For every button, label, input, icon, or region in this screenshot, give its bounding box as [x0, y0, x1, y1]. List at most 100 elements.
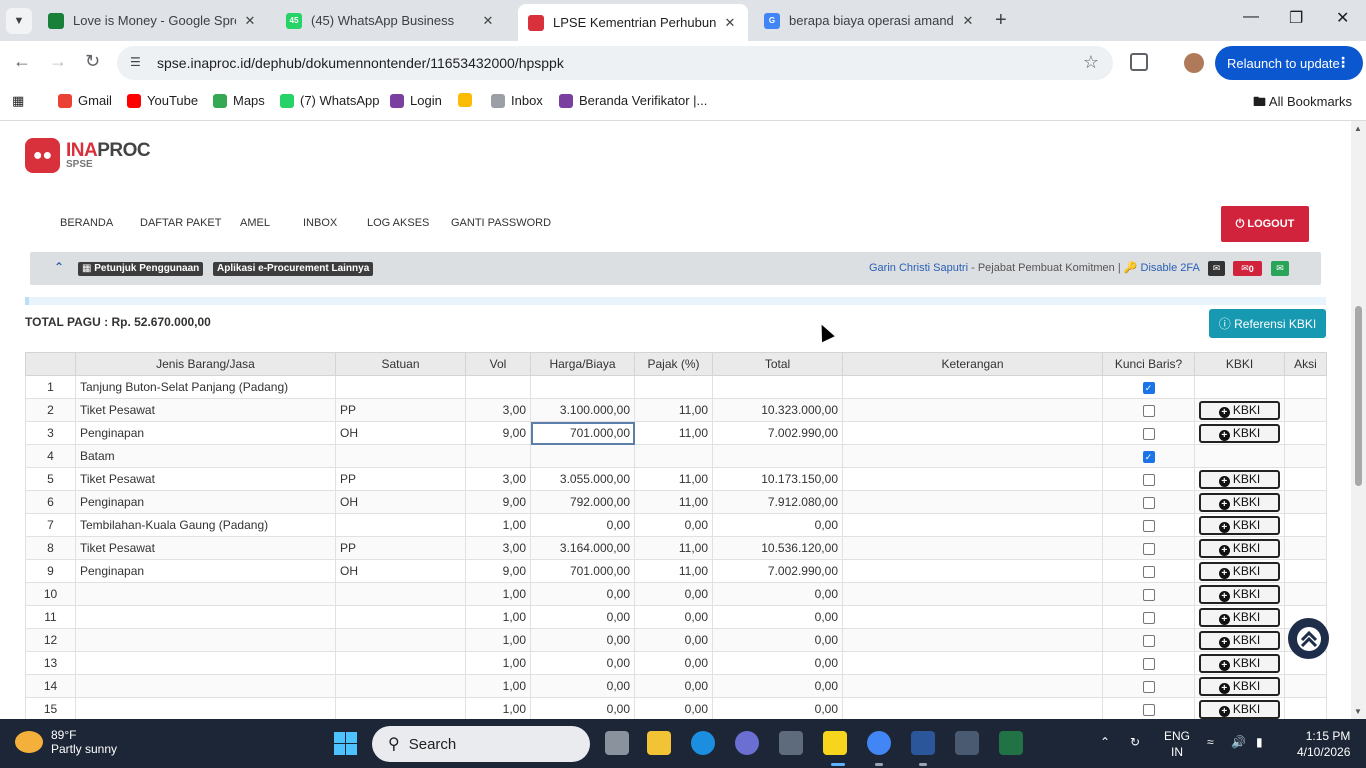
- site-info-icon[interactable]: ☰: [130, 55, 141, 69]
- cell-pajak[interactable]: 0,00: [634, 605, 713, 629]
- excel-icon[interactable]: [999, 731, 1023, 755]
- cell-total[interactable]: 0,00: [712, 697, 843, 719]
- minimize-icon[interactable]: —: [1243, 8, 1259, 26]
- cell-vol[interactable]: [465, 375, 531, 399]
- system-clock[interactable]: 1:15 PM 4/10/2026: [1297, 728, 1350, 760]
- cell-jenis[interactable]: [75, 674, 336, 698]
- cell-satuan[interactable]: [335, 628, 466, 652]
- kbki-button[interactable]: + KBKI: [1199, 653, 1280, 673]
- kbki-button[interactable]: + KBKI: [1199, 538, 1280, 558]
- language-indicator[interactable]: ENG IN: [1164, 728, 1190, 760]
- cell-pajak[interactable]: [634, 444, 713, 468]
- tab-close-icon[interactable]: ✕: [722, 15, 738, 31]
- cell-total[interactable]: [712, 444, 843, 468]
- wifi-icon[interactable]: ≈: [1207, 735, 1214, 749]
- lock-row-checkbox[interactable]: [1142, 565, 1155, 578]
- lock-row-checkbox[interactable]: ✓: [1142, 450, 1155, 463]
- envelope-icon[interactable]: ✉: [1208, 261, 1225, 276]
- cell-ket[interactable]: [842, 398, 1103, 422]
- cell-pajak[interactable]: 11,00: [634, 490, 713, 514]
- cell-total[interactable]: 7.002.990,00: [712, 421, 843, 445]
- bookmark-item[interactable]: Maps: [213, 93, 265, 108]
- cell-total[interactable]: 7.912.080,00: [712, 490, 843, 514]
- cell-ket[interactable]: [842, 628, 1103, 652]
- lock-row-checkbox[interactable]: [1142, 611, 1155, 624]
- disable-2fa-link[interactable]: 🔑 Disable 2FA: [1124, 262, 1200, 274]
- cell-vol[interactable]: 1,00: [465, 674, 531, 698]
- cell-pajak[interactable]: 11,00: [634, 536, 713, 560]
- chrome-icon[interactable]: [867, 731, 891, 755]
- browser-tab[interactable]: 45 (45) WhatsApp Business ✕: [276, 4, 506, 37]
- bookmark-item[interactable]: Login: [390, 93, 442, 108]
- sticky-notes-icon[interactable]: [823, 731, 847, 755]
- cell-pajak[interactable]: 11,00: [634, 559, 713, 583]
- cell-ket[interactable]: [842, 444, 1103, 468]
- cell-harga[interactable]: 0,00: [530, 651, 635, 675]
- cell-pajak[interactable]: 0,00: [634, 513, 713, 537]
- cell-pajak[interactable]: 0,00: [634, 674, 713, 698]
- inbox-badge[interactable]: ✉ 0: [1233, 261, 1262, 276]
- menu-amel[interactable]: AMEL: [240, 217, 270, 229]
- cell-harga[interactable]: 0,00: [530, 674, 635, 698]
- cell-pajak[interactable]: 11,00: [634, 398, 713, 422]
- cell-satuan[interactable]: OH: [335, 490, 466, 514]
- kbki-button[interactable]: + KBKI: [1199, 630, 1280, 650]
- cell-satuan[interactable]: OH: [335, 421, 466, 445]
- cell-jenis[interactable]: Penginapan: [75, 421, 336, 445]
- forward-arrow-icon[interactable]: →: [49, 51, 67, 72]
- cell-jenis[interactable]: Tembilahan-Kuala Gaung (Padang): [75, 513, 336, 537]
- tab-close-icon[interactable]: ✕: [960, 13, 976, 29]
- kbki-button[interactable]: + KBKI: [1199, 584, 1280, 604]
- cell-total[interactable]: 10.323.000,00: [712, 398, 843, 422]
- cell-harga[interactable]: 792.000,00: [530, 490, 635, 514]
- cell-ket[interactable]: [842, 582, 1103, 606]
- relaunch-button[interactable]: Relaunch to update ⋮: [1215, 46, 1363, 80]
- page-scrollbar[interactable]: ▲ ▼: [1351, 121, 1366, 719]
- task-view-icon[interactable]: [605, 731, 629, 755]
- file-explorer-icon[interactable]: [647, 731, 671, 755]
- scroll-down-arrow-icon[interactable]: ▼: [1354, 707, 1362, 716]
- extensions-icon[interactable]: [1130, 53, 1148, 71]
- cell-total[interactable]: 0,00: [712, 513, 843, 537]
- cell-ket[interactable]: [842, 559, 1103, 583]
- menu-log-akses[interactable]: LOG AKSES: [367, 217, 429, 229]
- battery-icon[interactable]: ▮: [1256, 735, 1263, 749]
- cell-pajak[interactable]: 0,00: [634, 582, 713, 606]
- more-menu-icon[interactable]: ⋮: [1336, 54, 1350, 71]
- cell-satuan[interactable]: [335, 697, 466, 719]
- lock-row-checkbox[interactable]: [1142, 588, 1155, 601]
- user-name-link[interactable]: Garin Christi Saputri: [869, 262, 968, 274]
- menu-inbox[interactable]: INBOX: [303, 217, 337, 229]
- weather-widget[interactable]: 89°F Partly sunny: [15, 728, 117, 756]
- cell-total[interactable]: 10.173.150,00: [712, 467, 843, 491]
- kbki-button[interactable]: + KBKI: [1199, 469, 1280, 489]
- cell-harga[interactable]: 3.100.000,00: [530, 398, 635, 422]
- kbki-button[interactable]: + KBKI: [1199, 699, 1280, 719]
- cell-total[interactable]: 0,00: [712, 605, 843, 629]
- volume-icon[interactable]: 🔊: [1231, 735, 1246, 749]
- cell-pajak[interactable]: 0,00: [634, 651, 713, 675]
- cell-total[interactable]: 10.536.120,00: [712, 536, 843, 560]
- bookmark-item[interactable]: (7) WhatsApp: [280, 93, 379, 108]
- cell-ket[interactable]: [842, 421, 1103, 445]
- bookmark-item[interactable]: Beranda Verifikator |...: [559, 93, 707, 108]
- cell-jenis[interactable]: Tiket Pesawat: [75, 467, 336, 491]
- cell-pajak[interactable]: 11,00: [634, 421, 713, 445]
- calculator-icon[interactable]: [955, 731, 979, 755]
- lock-row-checkbox[interactable]: [1142, 496, 1155, 509]
- inaproc-logo[interactable]: ●● INAPROC SPSE: [25, 138, 151, 173]
- open-mail-icon[interactable]: ✉: [1271, 261, 1289, 276]
- cell-harga[interactable]: 701.000,00: [530, 421, 635, 445]
- camera-icon[interactable]: [779, 731, 803, 755]
- kbki-button[interactable]: + KBKI: [1199, 492, 1280, 512]
- cell-ket[interactable]: [842, 375, 1103, 399]
- lock-row-checkbox[interactable]: [1142, 427, 1155, 440]
- cell-pajak[interactable]: 11,00: [634, 467, 713, 491]
- cell-jenis[interactable]: [75, 605, 336, 629]
- cell-jenis[interactable]: Batam: [75, 444, 336, 468]
- tray-overflow-icon[interactable]: ⌃: [1100, 735, 1110, 749]
- cell-satuan[interactable]: [335, 444, 466, 468]
- back-arrow-icon[interactable]: ←: [13, 51, 31, 72]
- bookmark-item[interactable]: YouTube: [127, 93, 198, 108]
- referensi-kbki-button[interactable]: ⓘ Referensi KBKI: [1209, 309, 1326, 338]
